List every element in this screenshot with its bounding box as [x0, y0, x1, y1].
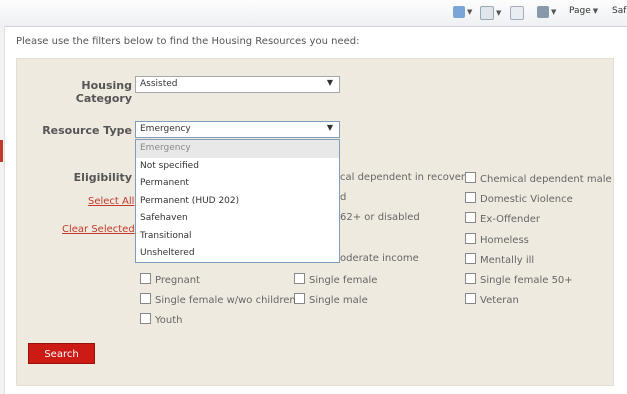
housing-category-select[interactable]: Assisted ▼: [135, 76, 340, 93]
checkbox-label: Ex-Offender: [480, 214, 540, 225]
checkbox-chemical-dependent-male[interactable]: Chemical dependent male: [465, 172, 612, 185]
home-button[interactable]: ▼: [453, 6, 472, 20]
left-accent-mark: [0, 140, 3, 162]
print-button[interactable]: ▼: [537, 6, 556, 20]
checkbox-youth[interactable]: Youth: [140, 313, 183, 326]
checkbox-homeless[interactable]: Homeless: [465, 233, 529, 246]
housing-category-value: Assisted: [140, 79, 178, 89]
checkbox-box[interactable]: [140, 313, 151, 324]
dropdown-option[interactable]: Transitional: [136, 228, 339, 246]
resource-type-value: Emergency: [140, 124, 191, 134]
checkbox-pregnant[interactable]: Pregnant: [140, 273, 200, 286]
checkbox-label: Youth: [155, 315, 183, 326]
chevron-down-icon: ▼: [326, 78, 333, 87]
page-menu-label: Page: [569, 6, 591, 16]
safety-menu[interactable]: Saf: [612, 6, 626, 20]
checkbox-box[interactable]: [465, 172, 476, 183]
checkbox-mentally-ill[interactable]: Mentally ill: [465, 253, 534, 266]
resource-type-dropdown-list[interactable]: Emergency Not specified Permanent Perman…: [135, 139, 340, 263]
feeds-icon: [480, 6, 494, 20]
checkbox-box[interactable]: [465, 293, 476, 304]
eligibility-label: Eligibility: [73, 171, 132, 184]
browser-toolbar: ▼ ▼ ▼ Page ▼ Saf: [0, 0, 627, 27]
checkbox-single-male[interactable]: Single male: [294, 293, 368, 306]
dropdown-option[interactable]: Safehaven: [136, 210, 339, 228]
dropdown-option[interactable]: Permanent (HUD 202): [136, 193, 339, 211]
checkbox-box[interactable]: [465, 212, 476, 223]
mail-button[interactable]: [510, 6, 524, 20]
intro-text: Please use the filters below to find the…: [16, 36, 360, 47]
dropdown-option[interactable]: Emergency: [136, 140, 339, 158]
checkbox-label: Homeless: [480, 235, 529, 246]
clear-selected-link[interactable]: Clear Selected: [62, 224, 135, 235]
checkbox-label-partial: cal dependent in recovery: [340, 172, 471, 183]
checkbox-label: Veteran: [480, 295, 519, 306]
select-all-link[interactable]: Select All: [88, 196, 134, 207]
checkbox-box[interactable]: [294, 273, 305, 284]
mail-icon: [510, 6, 524, 20]
safety-menu-label: Saf: [612, 6, 627, 16]
left-border: [0, 26, 5, 394]
checkbox-box[interactable]: [465, 253, 476, 264]
page-menu[interactable]: Page ▼: [569, 6, 598, 20]
home-icon: [453, 6, 465, 18]
resource-type-select[interactable]: Emergency ▼: [135, 121, 340, 138]
checkbox-ex-offender[interactable]: Ex-Offender: [465, 212, 540, 225]
checkbox-single-female[interactable]: Single female: [294, 273, 377, 286]
dropdown-option[interactable]: Not specified: [136, 158, 339, 176]
dropdown-option[interactable]: Unsheltered: [136, 245, 339, 263]
checkbox-label: Single female: [309, 275, 378, 286]
checkbox-domestic-violence[interactable]: Domestic Violence: [465, 192, 573, 205]
checkbox-box[interactable]: [465, 273, 476, 284]
chevron-down-icon: ▼: [326, 123, 333, 132]
checkbox-single-female-50[interactable]: Single female 50+: [465, 273, 573, 286]
checkbox-label: Domestic Violence: [480, 194, 573, 205]
checkbox-label: Single female w/wo children: [155, 295, 296, 306]
checkbox-box[interactable]: [140, 293, 151, 304]
checkbox-label-partial: d: [340, 192, 347, 203]
checkbox-label: Pregnant: [155, 275, 200, 286]
checkbox-box[interactable]: [140, 273, 151, 284]
checkbox-veteran[interactable]: Veteran: [465, 293, 519, 306]
resource-type-label: Resource Type: [42, 124, 132, 137]
checkbox-single-female-children[interactable]: Single female w/wo children: [140, 293, 296, 306]
dropdown-option[interactable]: Permanent: [136, 175, 339, 193]
checkbox-label: Mentally ill: [480, 255, 535, 266]
search-button[interactable]: Search: [28, 343, 95, 364]
print-icon: [537, 6, 549, 18]
checkbox-label: Single female 50+: [480, 275, 573, 286]
housing-category-label: Housing Category: [75, 79, 132, 105]
checkbox-label-partial: oderate income: [340, 253, 419, 264]
checkbox-label-partial: 62+ or disabled: [340, 212, 420, 223]
checkbox-label: Chemical dependent male: [480, 174, 612, 185]
feeds-button[interactable]: ▼: [480, 6, 501, 20]
checkbox-box[interactable]: [465, 192, 476, 203]
checkbox-label: Single male: [309, 295, 368, 306]
checkbox-box[interactable]: [465, 233, 476, 244]
